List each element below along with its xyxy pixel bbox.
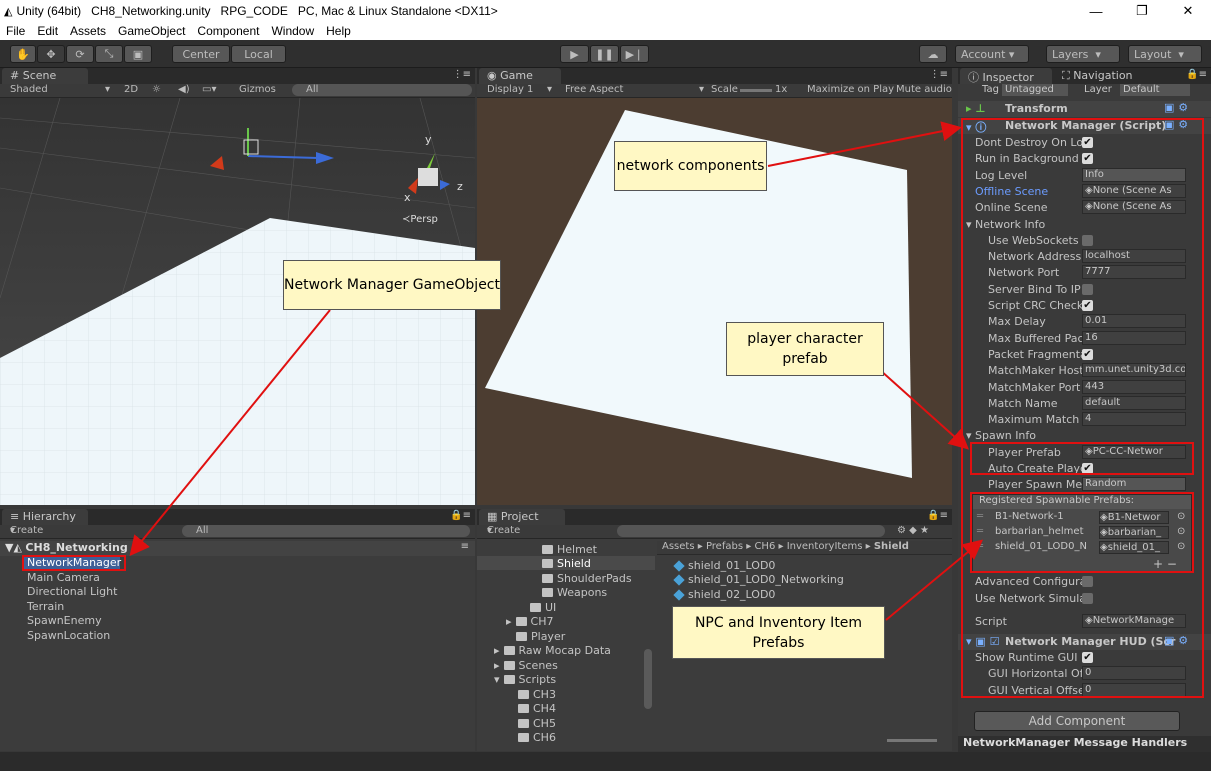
callout-network-components: network components [614,141,767,191]
arrow-npc-prefabs [885,539,984,621]
arrow-network-manager [129,309,331,557]
callout-npc-prefabs: NPC and Inventory Item Prefabs [672,606,885,659]
arrow-player-prefab [879,369,969,450]
callout-arrows [129,121,984,621]
callout-network-manager: Network Manager GameObject [283,260,501,310]
callout-player-prefab: player character prefab [726,322,884,376]
arrow-network-components [767,121,962,167]
